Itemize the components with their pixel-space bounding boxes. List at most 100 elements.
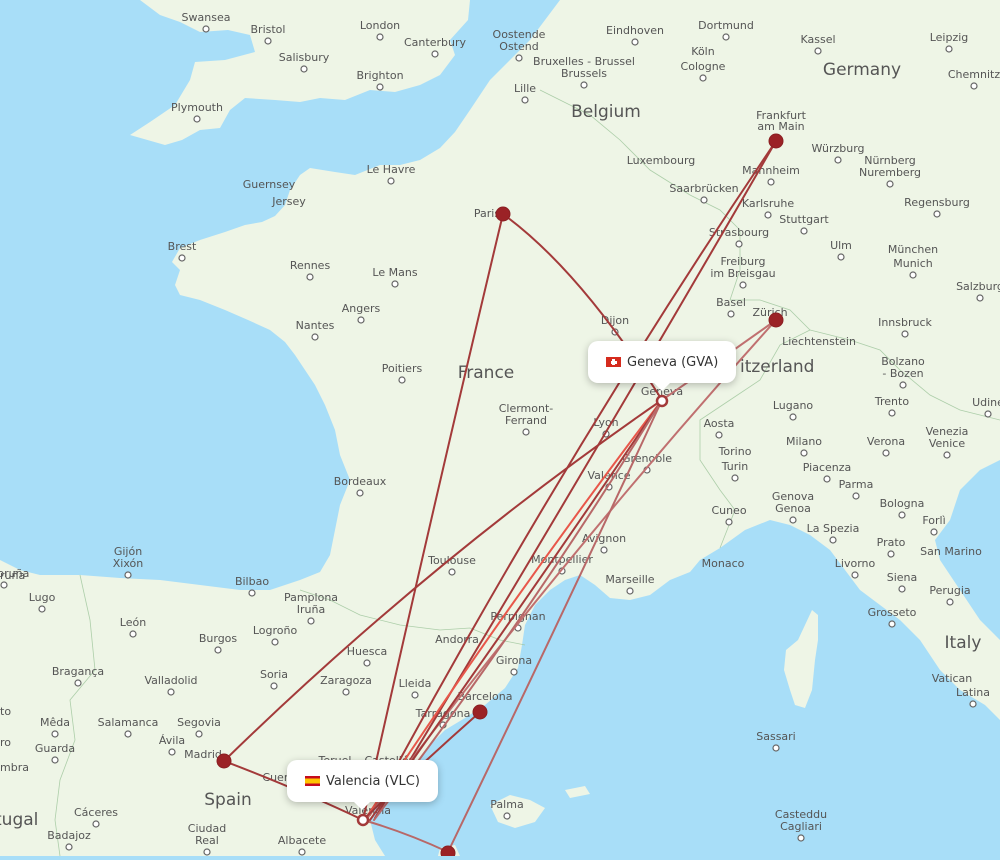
airport-marker-ibiza[interactable] (440, 845, 456, 860)
city-label: Toulouse (427, 554, 476, 567)
city-label: Soria (260, 668, 288, 681)
city-label: Eindhoven (606, 24, 664, 37)
city-dot (168, 748, 176, 756)
city-label: Xixón (113, 557, 143, 570)
city-dot (307, 617, 315, 625)
city-dot (600, 546, 608, 554)
city-dot (984, 410, 992, 418)
city-label: Torino (718, 445, 752, 458)
city-label: Brussels (561, 67, 607, 80)
city-label: Nantes (296, 319, 335, 332)
city-dot (852, 492, 860, 500)
origin-callout[interactable]: Geneva (GVA) (588, 341, 737, 391)
city-label: Lleida (399, 677, 432, 690)
city-dot (311, 333, 319, 341)
city-dot (51, 730, 59, 738)
airport-marker-zurich[interactable] (768, 312, 784, 328)
city-dot (167, 688, 175, 696)
city-dot (887, 550, 895, 558)
city-dot (342, 688, 350, 696)
airport-marker-paris[interactable] (495, 206, 511, 222)
city-dot (398, 376, 406, 384)
city-dot (976, 294, 984, 302)
city-label: im Breisgau (710, 267, 775, 280)
city-dot (38, 605, 46, 613)
country-label: Germany (823, 60, 901, 80)
city-dot (391, 280, 399, 288)
city-dot (193, 115, 201, 123)
city-label: Piacenza (803, 461, 852, 474)
city-label: León (120, 616, 146, 629)
city-label: Lille (514, 82, 536, 95)
city-label: Bilbao (235, 575, 269, 588)
city-label: Salamanca (98, 716, 159, 729)
city-dot (886, 180, 894, 188)
switzerland-flag-icon (606, 357, 621, 367)
city-label: Monaco (702, 557, 745, 570)
city-label: Segovia (177, 716, 221, 729)
city-dot (431, 50, 439, 58)
city-label: Latina (956, 686, 990, 699)
city-dot (356, 489, 364, 497)
city-label: Brest (168, 240, 197, 253)
city-dot (727, 310, 735, 318)
airport-marker-valencia-destination[interactable] (356, 813, 370, 827)
origin-callout-label: Geneva (GVA) (627, 354, 719, 370)
city-label: Udine (972, 396, 1000, 409)
airport-marker-madrid[interactable] (216, 753, 232, 769)
city-dot (376, 33, 384, 41)
city-label: Ávila (159, 734, 185, 747)
city-label: Girona (496, 654, 532, 667)
city-label: Sassari (756, 730, 796, 743)
city-dot (888, 620, 896, 628)
city-label: Swansea (182, 11, 231, 24)
city-dot (411, 691, 419, 699)
city-dot (124, 571, 132, 579)
city-label: Siena (887, 571, 918, 584)
map-canvas[interactable]: France Belgium Germany itzerland Italy S… (0, 0, 1000, 860)
city-dot (626, 587, 634, 595)
city-dot (909, 271, 917, 279)
airport-marker-barcelona[interactable] (472, 704, 488, 720)
city-dot (930, 528, 938, 536)
destination-callout[interactable]: Valencia (VLC) (287, 760, 438, 810)
city-label: München (888, 243, 938, 256)
city-label: Mannheim (742, 164, 800, 177)
city-dot (515, 54, 523, 62)
city-label: Karlsruhe (742, 197, 795, 210)
city-dot (715, 431, 723, 439)
city-label: Brighton (356, 69, 403, 82)
airport-marker-frankfurt[interactable] (768, 133, 784, 149)
city-dot (888, 409, 896, 417)
city-label: Mêda (40, 716, 70, 729)
city-label: Livorno (835, 557, 876, 570)
city-dot (376, 83, 384, 91)
country-label: tugal (0, 810, 38, 830)
route-map[interactable]: France Belgium Germany itzerland Italy S… (0, 0, 1000, 860)
city-dot (700, 196, 708, 204)
city-label: Vatican (932, 672, 973, 685)
city-label: Trento (874, 395, 909, 408)
city-dot (178, 254, 186, 262)
airport-marker-geneva-origin[interactable] (655, 394, 669, 408)
city-dot (851, 571, 859, 579)
city-label: Angers (342, 302, 381, 315)
city-dot (945, 45, 953, 53)
city-label: Liechtenstein (782, 335, 856, 348)
city-label: Basel (716, 296, 746, 309)
city-label: Leipzig (930, 31, 969, 44)
city-label: Real (195, 834, 219, 847)
city-label: Ulm (830, 239, 852, 252)
city-label: Genoa (775, 502, 811, 515)
city-dot (448, 568, 456, 576)
city-dot (214, 646, 222, 654)
city-dot (837, 253, 845, 261)
city-label: Würzburg (811, 142, 864, 155)
city-label: London (360, 19, 400, 32)
city-label: Perugia (929, 584, 970, 597)
city-dot (899, 381, 907, 389)
city-label: Köln (691, 45, 714, 58)
city-label: Albacete (278, 834, 326, 847)
city-dot (510, 668, 518, 676)
city-label: Huesca (347, 645, 388, 658)
